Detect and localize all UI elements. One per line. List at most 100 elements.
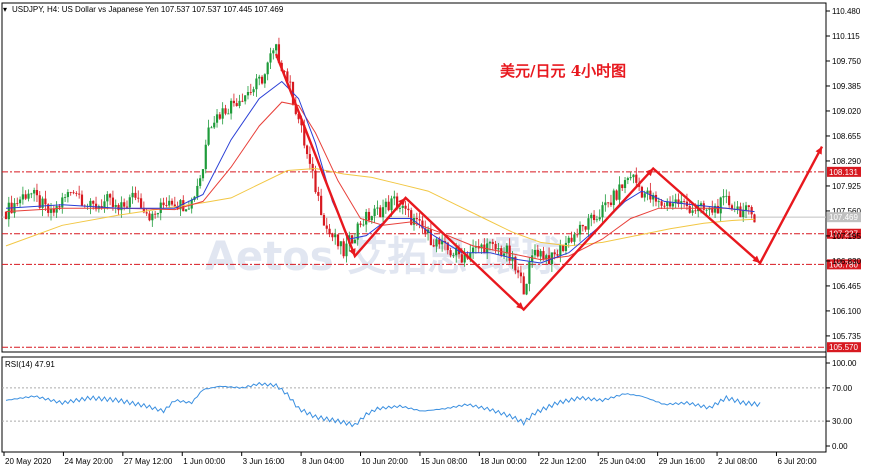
candle-body [24, 194, 27, 199]
candle-body [227, 113, 230, 115]
time-tick-label: 10 Jun 20:00 [362, 457, 409, 466]
price-tick-label: 105.735 [832, 332, 861, 341]
candle-body [359, 223, 362, 225]
candle-body [215, 114, 219, 123]
candle-body [429, 229, 432, 246]
candle-body [418, 219, 421, 221]
candle-body [224, 108, 227, 114]
candle-body [401, 205, 404, 208]
candle-body [218, 114, 221, 119]
candle-body [263, 74, 266, 84]
candle-body [187, 208, 190, 210]
candle-body [145, 212, 148, 214]
candle-body [517, 270, 520, 273]
symbol: USDJPY [12, 5, 44, 14]
price-tick-label: 110.115 [832, 32, 860, 41]
candle-body [556, 254, 559, 256]
candle-body [702, 203, 705, 210]
candle-body [657, 201, 660, 203]
candle-body [66, 192, 70, 198]
candle-body [154, 213, 157, 215]
rsi-tick-label: 30.00 [832, 417, 853, 426]
price-tick-label: 108.290 [832, 157, 861, 166]
candle-body [314, 170, 317, 193]
candle-body [156, 213, 160, 215]
candle-body [345, 243, 348, 257]
candle-body [317, 192, 320, 196]
ohlc-open: 107.537 [161, 5, 190, 14]
price-tick-label: 109.020 [832, 107, 861, 116]
candle-body [362, 224, 365, 226]
candle-body [688, 206, 691, 213]
candle-body [435, 239, 438, 247]
price-tick-label: 106.830 [832, 257, 861, 266]
price-tick-label: 107.925 [832, 182, 861, 191]
candle-body [621, 184, 624, 189]
time-tick-label: 3 Jun 16:00 [243, 457, 285, 466]
candle-body [615, 190, 618, 200]
candle-body [305, 145, 309, 155]
candle-body [609, 202, 613, 206]
candle-body [460, 254, 463, 263]
candle-body [626, 178, 629, 181]
candle-body [525, 283, 528, 295]
price-tick-label: 109.385 [832, 82, 861, 91]
candle-body [55, 206, 58, 213]
candle-body [258, 76, 261, 79]
candle-body [570, 237, 573, 242]
candle-body [260, 76, 264, 84]
rsi-tick-label: 0.00 [832, 442, 848, 451]
candle-body [542, 251, 545, 260]
candle-body [201, 169, 205, 179]
candle-body [4, 211, 8, 220]
candle-body [173, 204, 176, 207]
svg-text:USDJPY, H4: US Dol: USDJPY, H4: US Dollar vs Japanese Yen 10… [12, 5, 284, 14]
candle-body [528, 262, 531, 284]
chart-menu-icon[interactable]: ▾ [3, 5, 7, 14]
candle-body [114, 205, 117, 207]
candle-body [598, 217, 601, 220]
candle-body [384, 201, 387, 208]
candle-body [629, 177, 632, 179]
candle-body [379, 207, 382, 218]
candle-body [266, 62, 269, 75]
candle-body [238, 100, 241, 106]
candle-body [471, 247, 475, 253]
candle-body [407, 208, 410, 211]
rsi-tick-label: 100.00 [832, 359, 857, 368]
candle-body [705, 209, 708, 211]
chart-header: ▾ USDJPY, H4: US Dollar vs Japanese Yen … [3, 5, 284, 14]
candle-body [230, 100, 233, 114]
candle-body [567, 237, 570, 243]
candle-body [246, 92, 250, 96]
candle-body [635, 174, 638, 183]
time-tick-label: 18 Jun 00:00 [480, 457, 527, 466]
timeframe: H4 [47, 5, 58, 14]
candle-body [671, 203, 674, 207]
candle-body [78, 193, 81, 195]
candle-body [691, 210, 694, 213]
candle-body [539, 251, 542, 257]
candle-body [728, 195, 731, 206]
candle-body [381, 207, 385, 218]
candle-body [63, 197, 67, 198]
candle-body [387, 201, 390, 211]
candle-body [595, 219, 598, 221]
price-tick-label: 108.655 [832, 132, 861, 141]
candle-body [559, 244, 562, 256]
time-tick-label: 22 Jun 12:00 [540, 457, 587, 466]
candle-body [722, 196, 725, 198]
candle-body [137, 197, 140, 199]
candle-body [643, 193, 646, 198]
candle-body [576, 234, 579, 236]
candle-body [139, 198, 143, 208]
candle-body [336, 234, 340, 247]
candle-body [522, 276, 525, 295]
candle-body [739, 206, 742, 218]
ohlc-low: 107.445 [223, 5, 252, 14]
time-tick-label: 6 Jul 20:00 [777, 457, 817, 466]
price-chart[interactable]: Aetos 艾拓思 環球 108.131107.227106.780105.57… [0, 0, 870, 470]
candle-body [376, 207, 379, 209]
candle-body [564, 242, 568, 252]
rsi-label: RSI(14) 47.91 [5, 360, 55, 369]
